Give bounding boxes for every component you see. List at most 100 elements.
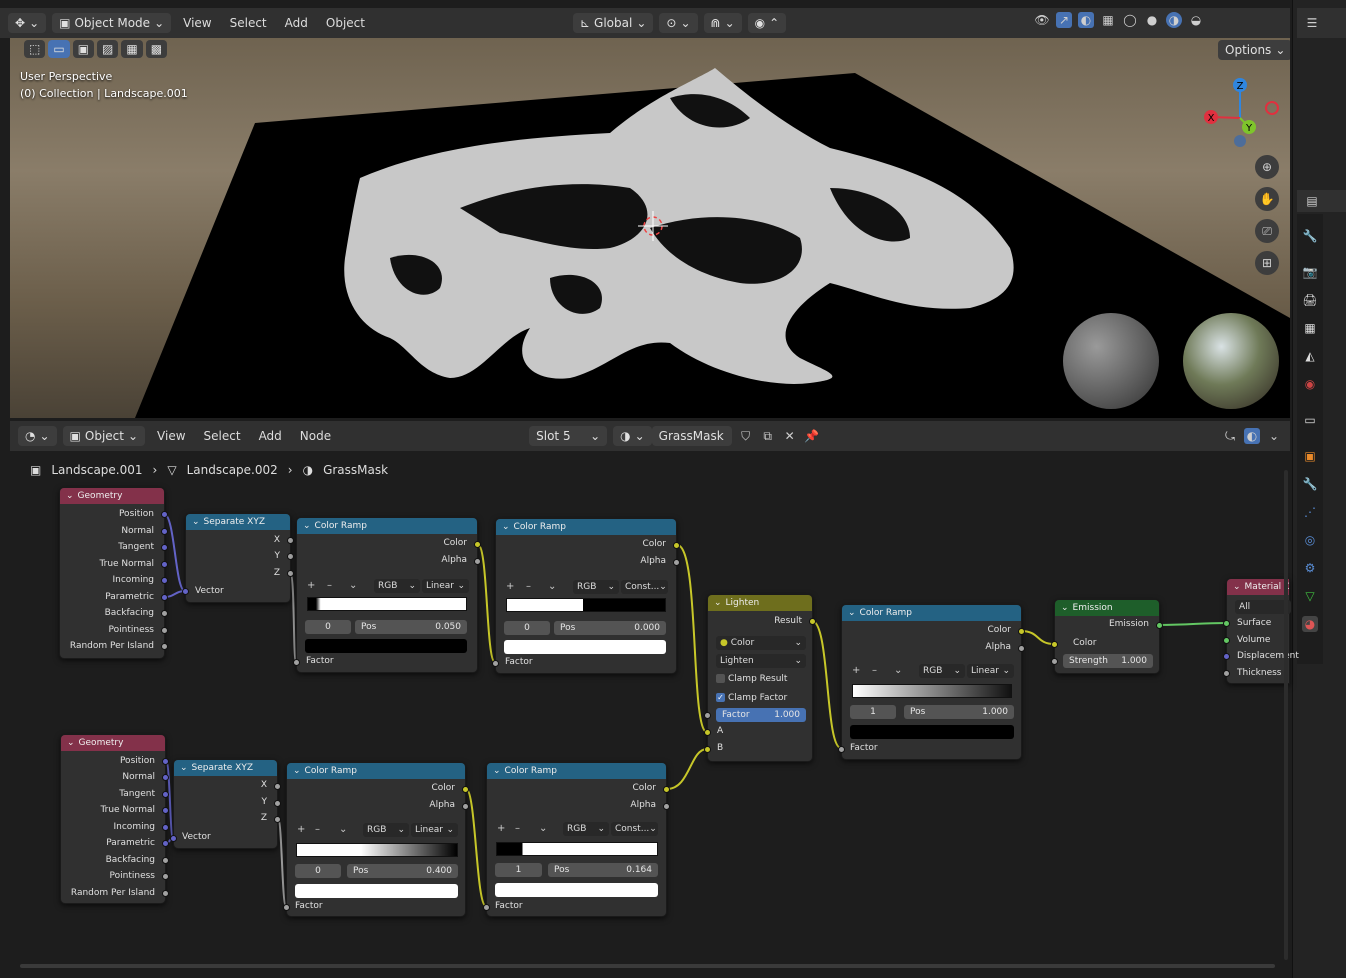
input-socket[interactable] xyxy=(182,588,189,595)
add-stop-icon[interactable]: + xyxy=(506,581,514,592)
interpolation-dropdown[interactable]: Linear ⌄ xyxy=(422,579,469,593)
interpolation-dropdown[interactable]: Linear ⌄ xyxy=(411,823,458,837)
output-socket[interactable] xyxy=(1156,622,1163,629)
stop-color-swatch[interactable] xyxy=(305,639,467,653)
ramp-menu-chevron-icon[interactable]: ⌄ xyxy=(349,580,357,591)
scene-tab-icon[interactable]: ◭ xyxy=(1302,348,1318,364)
output-socket[interactable] xyxy=(663,786,670,793)
output-socket[interactable] xyxy=(474,541,481,548)
add-stop-icon[interactable]: + xyxy=(307,580,315,591)
output-socket[interactable] xyxy=(162,758,169,765)
stop-color-swatch[interactable] xyxy=(295,884,458,898)
ramp-menu-chevron-icon[interactable]: ⌄ xyxy=(339,824,347,835)
physics-tab-icon[interactable]: ◎ xyxy=(1302,532,1318,548)
clamp-result-checkbox[interactable]: Clamp Result xyxy=(716,674,787,684)
stop-index-field[interactable]: 0 xyxy=(504,621,550,635)
properties-editor-icon[interactable]: ▤ xyxy=(1304,193,1320,209)
color-ramp-node-5[interactable]: Color Ramp Color Alpha + – ⌄ RGB⌄ Linear… xyxy=(838,604,1025,760)
remove-stop-icon[interactable]: – xyxy=(526,581,531,592)
add-stop-icon[interactable]: + xyxy=(497,823,505,834)
stop-position-field[interactable]: Pos 0.400 xyxy=(347,864,458,878)
color-ramp-node-2[interactable]: Color Ramp Color Alpha + – ⌄ RGB⌄ Const.… xyxy=(492,518,680,674)
strength-field[interactable]: Strength 1.000 xyxy=(1063,654,1153,668)
output-socket[interactable] xyxy=(161,610,168,617)
outliner-editor-icon[interactable]: ☰ xyxy=(1304,15,1320,31)
output-socket[interactable] xyxy=(162,873,169,880)
emission-node[interactable]: Emission Emission Color Strength1.000 xyxy=(1051,599,1163,674)
stop-color-swatch[interactable] xyxy=(504,640,666,654)
data-tab-icon[interactable]: ▽ xyxy=(1302,588,1318,604)
material-tab-icon[interactable]: ◕ xyxy=(1302,616,1318,632)
output-socket[interactable] xyxy=(274,783,281,790)
input-socket[interactable] xyxy=(1223,620,1230,627)
stop-index-field[interactable]: 1 xyxy=(850,705,896,719)
color-ramp-node-3[interactable]: Color Ramp Color Alpha + – ⌄ RGB⌄ Linear… xyxy=(283,762,469,917)
color-ramp-node-1[interactable]: Color Ramp Color Alpha + – ⌄ RGB⌄ Linear… xyxy=(293,517,481,673)
output-socket[interactable] xyxy=(474,558,481,565)
output-socket[interactable] xyxy=(161,643,168,650)
data-type-dropdown[interactable]: ● Color ⌄ xyxy=(716,636,806,650)
output-socket[interactable] xyxy=(162,890,169,897)
output-socket[interactable] xyxy=(162,840,169,847)
ramp-menu-chevron-icon[interactable]: ⌄ xyxy=(894,665,902,676)
input-socket[interactable] xyxy=(483,904,490,911)
input-socket[interactable] xyxy=(704,729,711,736)
output-socket[interactable] xyxy=(462,786,469,793)
output-tab-icon[interactable]: 🖨 xyxy=(1302,292,1318,308)
color-mode-dropdown[interactable]: RGB ⌄ xyxy=(919,664,965,678)
stop-position-field[interactable]: Pos 1.000 xyxy=(904,705,1014,719)
output-socket[interactable] xyxy=(162,791,169,798)
interpolation-dropdown[interactable]: Linear ⌄ xyxy=(967,664,1014,678)
particles-tab-icon[interactable]: ⋰ xyxy=(1302,504,1318,520)
stop-index-field[interactable]: 1 xyxy=(495,863,542,877)
tool-tab-icon[interactable]: 🔧 xyxy=(1302,228,1318,244)
ramp-menu-chevron-icon[interactable]: ⌄ xyxy=(548,581,556,592)
output-socket[interactable] xyxy=(161,511,168,518)
color-ramp-gradient[interactable] xyxy=(296,843,458,857)
color-mode-dropdown[interactable]: RGB ⌄ xyxy=(374,579,420,593)
add-stop-icon[interactable]: + xyxy=(297,824,305,835)
input-socket[interactable] xyxy=(492,660,499,667)
color-ramp-gradient[interactable] xyxy=(496,842,658,856)
output-socket[interactable] xyxy=(162,824,169,831)
geometry-node-bottom[interactable]: Geometry Position Normal Tangent True No… xyxy=(60,734,169,904)
color-ramp-gradient[interactable] xyxy=(506,598,666,612)
remove-stop-icon[interactable]: – xyxy=(872,665,877,676)
output-socket[interactable] xyxy=(1018,645,1025,652)
output-socket[interactable] xyxy=(162,857,169,864)
object-tab-icon[interactable]: ▣ xyxy=(1302,448,1318,464)
output-socket[interactable] xyxy=(162,774,169,781)
color-ramp-node-4[interactable]: Color Ramp Color Alpha + – ⌄ RGB⌄ Const.… xyxy=(483,762,670,917)
clamp-factor-checkbox[interactable]: ✓ Clamp Factor xyxy=(716,693,787,703)
separate-xyz-node-top[interactable]: Separate XYZ X Y Z Vector xyxy=(182,513,294,603)
remove-stop-icon[interactable]: – xyxy=(315,824,320,835)
stop-index-field[interactable]: 0 xyxy=(305,620,351,634)
output-socket[interactable] xyxy=(161,528,168,535)
output-socket[interactable] xyxy=(162,807,169,814)
output-socket[interactable] xyxy=(287,570,294,577)
input-socket[interactable] xyxy=(1051,658,1058,665)
blend-mode-dropdown[interactable]: Lighten ⌄ xyxy=(716,654,806,668)
output-socket[interactable] xyxy=(809,618,816,625)
output-socket[interactable] xyxy=(274,816,281,823)
output-socket[interactable] xyxy=(161,627,168,634)
modifier-tab-icon[interactable]: 🔧 xyxy=(1302,476,1318,492)
output-socket[interactable] xyxy=(161,594,168,601)
output-socket[interactable] xyxy=(161,561,168,568)
world-tab-icon[interactable]: ◉ xyxy=(1302,376,1318,392)
interpolation-dropdown[interactable]: Const... ⌄ xyxy=(621,580,668,594)
stop-position-field[interactable]: Pos 0.000 xyxy=(554,621,666,635)
target-dropdown[interactable]: All xyxy=(1235,600,1291,614)
separate-xyz-node-bottom[interactable]: Separate XYZ X Y Z Vector xyxy=(170,759,281,849)
add-stop-icon[interactable]: + xyxy=(852,665,860,676)
stop-position-field[interactable]: Pos 0.164 xyxy=(548,863,658,877)
input-socket[interactable] xyxy=(1223,653,1230,660)
remove-stop-icon[interactable]: – xyxy=(515,823,520,834)
output-socket[interactable] xyxy=(161,544,168,551)
output-socket[interactable] xyxy=(673,542,680,549)
input-socket[interactable] xyxy=(1223,670,1230,677)
collection-tab-icon[interactable]: ▭ xyxy=(1302,412,1318,428)
output-socket[interactable] xyxy=(287,553,294,560)
input-socket[interactable] xyxy=(293,659,300,666)
input-socket[interactable] xyxy=(283,904,290,911)
